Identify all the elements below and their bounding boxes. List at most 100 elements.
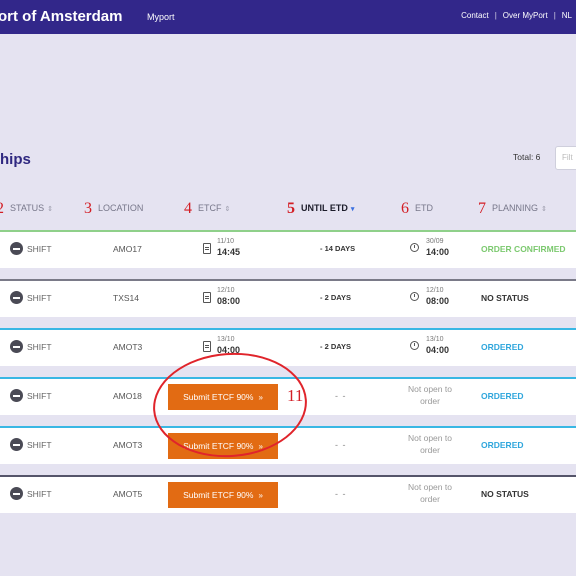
annotation-number: 7: [478, 200, 486, 217]
clock-icon: [410, 341, 419, 350]
etcf-value: 11/10 14:45: [217, 237, 240, 257]
planning-status: NO STATUS: [481, 489, 529, 499]
until-etd-text: - 14 DAYS: [320, 244, 356, 253]
column-header-label: LOCATION: [98, 203, 144, 213]
column-header-etd[interactable]: 6 ETD: [401, 200, 433, 218]
brand-title[interactable]: ort of Amsterdam: [0, 8, 122, 25]
table-row[interactable]: SHIFT AMOT3 Submit ETCF 90% » - - Not ope…: [0, 426, 576, 464]
until-etd-text: - -: [335, 440, 347, 450]
minus-circle-icon: [10, 438, 23, 451]
etd-time: 04:00: [426, 345, 450, 355]
etcf-date: 12/10: [217, 287, 235, 294]
sort-icon: ▾: [350, 206, 355, 213]
status-text: SHIFT: [27, 342, 52, 352]
etd-time: 08:00: [426, 296, 450, 306]
location-text: AMO18: [113, 391, 142, 401]
until-etd-text: - -: [335, 489, 347, 499]
column-header-label: ETD: [415, 203, 433, 213]
etcf-value: 12/10 08:00: [217, 286, 240, 306]
clock-icon: [410, 292, 419, 301]
etcf-time: 14:45: [217, 247, 241, 257]
annotation-number: 11: [287, 386, 304, 405]
annotation-number: 6: [401, 200, 409, 217]
not-open-note: Not open to order: [408, 433, 452, 455]
status-text: SHIFT: [27, 293, 52, 303]
language-link[interactable]: NL: [562, 11, 572, 20]
clock-icon: [410, 243, 419, 252]
nav-separator: |: [553, 11, 556, 20]
top-bar: ort of Amsterdam Myport Contact | Over M…: [0, 0, 576, 34]
minus-circle-icon: [10, 340, 23, 353]
minus-circle-icon: [10, 242, 23, 255]
minus-circle-icon: [10, 389, 23, 402]
myport-link[interactable]: Myport: [147, 12, 175, 22]
calendar-icon: [203, 341, 211, 352]
minus-circle-icon: [10, 487, 23, 500]
column-header-status[interactable]: 2 STATUS ⇕: [0, 200, 53, 218]
calendar-icon: [203, 243, 211, 254]
annotation-number: 4: [184, 200, 192, 217]
chevron-right-double-icon: »: [258, 441, 263, 451]
etd-value: 13/10 04:00: [426, 335, 449, 355]
until-etd-text: - -: [335, 391, 347, 401]
annotation-number: 3: [84, 200, 92, 217]
annotation-number: 5: [287, 200, 295, 217]
table-row[interactable]: SHIFT AMOT5 Submit ETCF 90% » - - Not ope…: [0, 475, 576, 513]
not-open-note: Not open to order: [408, 482, 452, 504]
table-row[interactable]: SHIFT AMOT3 13/10 04:00 - 2 DAYS 13/10 04:…: [0, 328, 576, 366]
table-row[interactable]: SHIFT TXS14 12/10 08:00 - 2 DAYS 12/10 08:…: [0, 279, 576, 317]
nav-separator: |: [494, 11, 497, 20]
minus-circle-icon: [10, 291, 23, 304]
column-header-label: ETCF: [198, 203, 222, 213]
until-etd-text: - 2 DAYS: [320, 342, 351, 351]
column-header-location[interactable]: 3 LOCATION: [84, 200, 143, 218]
chevron-right-double-icon: »: [258, 392, 263, 402]
status-text: SHIFT: [27, 244, 52, 254]
total-count: Total: 6: [513, 152, 541, 162]
submit-etcf-button[interactable]: Submit ETCF 90% »: [168, 433, 278, 459]
etcf-time: 08:00: [217, 296, 241, 306]
top-nav: Contact | Over MyPort | NL: [461, 11, 572, 20]
column-header-label: UNTIL ETD: [301, 203, 348, 213]
sort-icon: ⇕: [224, 206, 231, 213]
chevron-right-double-icon: »: [258, 490, 263, 500]
over-myport-link[interactable]: Over MyPort: [503, 11, 548, 20]
submit-etcf-button[interactable]: Submit ETCF 90% »: [168, 482, 278, 508]
calendar-icon: [203, 292, 211, 303]
status-text: SHIFT: [27, 440, 52, 450]
column-header-until-etd[interactable]: 5 UNTIL ETD ▾: [287, 200, 354, 218]
location-text: AMO17: [113, 244, 142, 254]
status-text: SHIFT: [27, 391, 52, 401]
planning-status: ORDERED: [481, 342, 524, 352]
contact-link[interactable]: Contact: [461, 11, 489, 20]
etcf-date: 13/10: [217, 336, 235, 343]
column-header-label: STATUS: [10, 203, 45, 213]
page-title: hips: [0, 151, 31, 168]
filter-input[interactable]: Filt: [555, 146, 576, 170]
not-open-note: Not open to order: [408, 384, 452, 406]
planning-status: ORDER CONFIRMED: [481, 244, 566, 254]
location-text: AMOT3: [113, 342, 143, 352]
button-label: Submit ETCF 90%: [183, 490, 254, 500]
etd-date: 13/10: [426, 336, 444, 343]
etd-value: 12/10 08:00: [426, 286, 449, 306]
status-text: SHIFT: [27, 489, 52, 499]
column-header-etcf[interactable]: 4 ETCF ⇕: [184, 200, 230, 218]
etd-date: 12/10: [426, 287, 444, 294]
etd-time: 14:00: [426, 247, 450, 257]
submit-etcf-button[interactable]: Submit ETCF 90% »: [168, 384, 278, 410]
annotation-number: 2: [0, 200, 4, 217]
location-text: TXS14: [113, 293, 139, 303]
location-text: AMOT3: [113, 440, 143, 450]
planning-status: ORDERED: [481, 440, 524, 450]
table-row[interactable]: SHIFT AMO17 11/10 14:45 - 14 DAYS 30/09 14…: [0, 230, 576, 268]
column-header-planning[interactable]: 7 PLANNING ⇕: [478, 200, 547, 218]
button-label: Submit ETCF 90%: [183, 441, 254, 451]
sort-icon: ⇕: [541, 206, 547, 213]
button-label: Submit ETCF 90%: [183, 392, 254, 402]
etcf-value: 13/10 04:00: [217, 335, 240, 355]
planning-status: ORDERED: [481, 391, 524, 401]
sort-icon: ⇕: [47, 206, 54, 213]
location-text: AMOT5: [113, 489, 143, 499]
column-header-label: PLANNING: [492, 203, 539, 213]
